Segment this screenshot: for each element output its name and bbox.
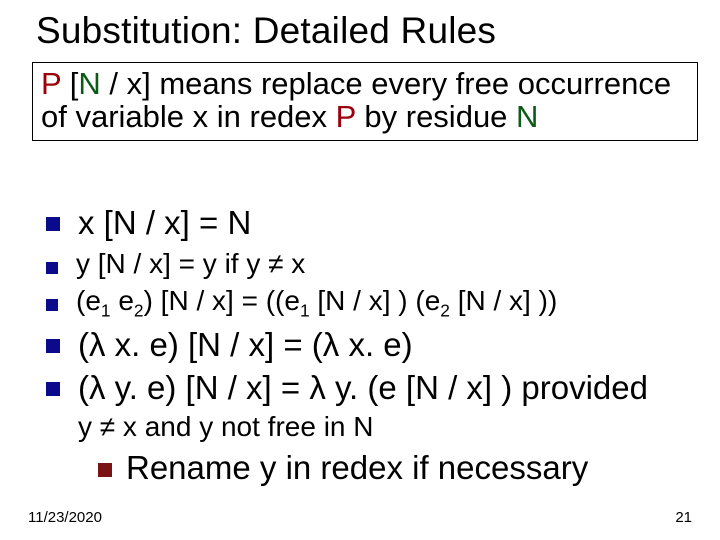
r3-d: [N / x] ) (e [310, 285, 441, 316]
sub-1: 1 [101, 301, 111, 321]
rule-1: x [N / x] = N [32, 205, 692, 242]
rule-5: (λ y. e) [N / x] = λ y. (e [N / x] ) pro… [32, 370, 692, 407]
rule-2: y [N / x] = y if y ≠ x [32, 248, 692, 279]
rule-1-text: x [N / x] = N [78, 205, 692, 242]
rule-5-condition: y ≠ x and y not free in N [78, 411, 692, 442]
rule-2-text: y [N / x] = y if y ≠ x [76, 248, 692, 279]
sub-2b: 2 [440, 301, 450, 321]
rules-list: x [N / x] = N y [N / x] = y if y ≠ x (e1… [32, 205, 692, 487]
sub-2: 2 [134, 301, 144, 321]
r3-c: ) [N / x] = ((e [144, 285, 300, 316]
bullet-icon [46, 299, 58, 311]
bullet-icon [46, 217, 60, 231]
term-p: P [41, 66, 61, 101]
bullet-icon [98, 463, 112, 477]
term-x-2: x [193, 99, 209, 134]
term-n-2: N [516, 99, 538, 134]
rule-5-text: (λ y. e) [N / x] = λ y. (e [N / x] ) pro… [78, 370, 692, 407]
def-mid3: by residue [356, 99, 516, 134]
r3-a: (e [76, 285, 101, 316]
rule-3: (e1 e2) [N / x] = ((e1 [N / x] ) (e2 [N … [32, 285, 692, 321]
slide: Substitution: Detailed Rules P [N / x] m… [0, 0, 720, 540]
term-x: x [127, 66, 143, 101]
rule-3-text: (e1 e2) [N / x] = ((e1 [N / x] ) (e2 [N … [76, 285, 692, 321]
sub-1b: 1 [300, 301, 310, 321]
bullet-icon [46, 339, 60, 353]
bullet-icon [46, 382, 60, 396]
def-mid2: in redex [208, 99, 336, 134]
footer-date: 11/23/2020 [28, 509, 102, 526]
rule-5-subrule-text: Rename y in redex if necessary [126, 449, 588, 487]
slide-title: Substitution: Detailed Rules [36, 10, 496, 52]
bullet-icon [46, 262, 58, 274]
rule-5-subrule: Rename y in redex if necessary [98, 449, 692, 487]
term-n: N [78, 66, 100, 101]
rule-4: (λ x. e) [N / x] = (λ x. e) [32, 327, 692, 364]
def-sep: / [101, 66, 127, 101]
rule-4-text: (λ x. e) [N / x] = (λ x. e) [78, 327, 692, 364]
term-p-2: P [336, 99, 356, 134]
r3-e: [N / x] )) [450, 285, 557, 316]
definition-box: P [N / x] means replace every free occur… [32, 62, 698, 141]
r3-b: e [111, 285, 134, 316]
def-pre: [ [61, 66, 78, 101]
footer-page-number: 21 [675, 509, 692, 526]
